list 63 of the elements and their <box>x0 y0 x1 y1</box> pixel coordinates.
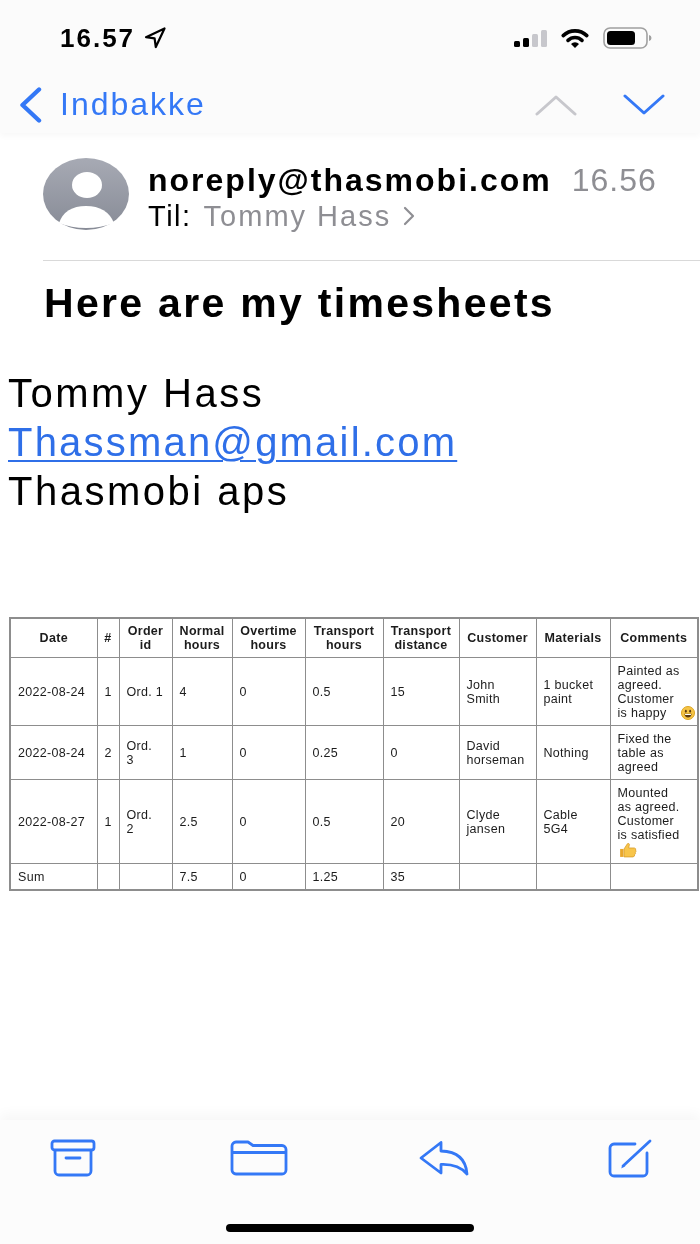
table-cell: Ord. 1 <box>119 657 172 726</box>
table-cell-text: Painted as agreed. Customer is happy <box>617 663 680 720</box>
table-cell: 0.25 <box>305 725 383 780</box>
next-message-button[interactable] <box>623 93 665 116</box>
reply-arrow-icon <box>418 1140 471 1176</box>
battery-icon <box>603 27 652 49</box>
table-cell: Ord. 3 <box>119 725 172 780</box>
column-header: Transport distance <box>383 618 459 658</box>
thumbs-up-icon <box>618 841 637 858</box>
sender-address: noreply@thasmobi.com <box>148 161 552 199</box>
column-header: Order id <box>119 618 172 658</box>
status-time: 16.57 <box>60 25 136 51</box>
chevron-down-icon <box>623 93 665 116</box>
email-subject: Here are my timesheets <box>44 279 556 327</box>
table-cell: 0 <box>232 725 305 780</box>
column-header: Customer <box>459 618 536 658</box>
chevron-right-icon <box>403 206 416 226</box>
table-cell: John Smith <box>459 657 536 726</box>
chevron-left-icon <box>18 86 43 123</box>
table-cell: 1 <box>97 657 119 726</box>
table-cell: 20 <box>383 779 459 864</box>
column-header: # <box>97 618 119 658</box>
table-cell: Ord. 2 <box>119 779 172 864</box>
chevron-up-icon <box>535 93 577 116</box>
body-text: Thasmobi aps <box>8 468 290 515</box>
table-cell: 2 <box>97 725 119 780</box>
signal-icon <box>514 29 547 47</box>
table-cell: 15 <box>383 657 459 726</box>
table-cell: 0 <box>232 657 305 726</box>
table-cell: 0 <box>232 779 305 864</box>
table-cell: Nothing <box>536 725 610 780</box>
back-button[interactable]: Indbakke <box>18 86 206 123</box>
column-header: Transport hours <box>305 618 383 658</box>
wifi-icon <box>560 27 590 49</box>
table-cell: 0.5 <box>305 779 383 864</box>
column-header: Overtime hours <box>232 618 305 658</box>
table-cell: 1 bucket paint <box>536 657 610 726</box>
recipient-button[interactable]: Tommy Hass <box>203 199 416 233</box>
avatar-silhouette-icon <box>43 158 129 230</box>
body-text: Tommy Hass <box>8 370 265 417</box>
table-cell: Clyde jansen <box>459 779 536 864</box>
archive-box-icon <box>50 1139 96 1177</box>
table-cell: 4 <box>172 657 232 726</box>
sent-time: 16.56 <box>571 161 657 199</box>
table-cell: 2.5 <box>172 779 232 864</box>
table-cell: 2022-08-24 <box>10 725 97 780</box>
table-cell: 2022-08-27 <box>10 779 97 864</box>
table-cell: 0.5 <box>305 657 383 726</box>
table-cell: David horseman <box>459 725 536 780</box>
table-cell: Cable 5G4 <box>536 779 610 864</box>
email-link[interactable]: Thassman@gmail.com <box>8 418 458 467</box>
column-header: Date <box>10 618 97 658</box>
table-cell: 2022-08-24 <box>10 657 97 726</box>
to-label: Til: <box>148 199 192 233</box>
table-cell: 1 <box>97 779 119 864</box>
smiley-icon <box>680 705 695 720</box>
table-cell-text: Mounted as agreed. Customer is satisfied <box>617 785 680 842</box>
table-cell: 0 <box>383 725 459 780</box>
table-cell: 1 <box>172 725 232 780</box>
folder-icon <box>229 1140 288 1176</box>
column-header: Normal hours <box>172 618 232 658</box>
location-arrow-icon <box>144 27 167 49</box>
column-header: Materials <box>536 618 610 658</box>
